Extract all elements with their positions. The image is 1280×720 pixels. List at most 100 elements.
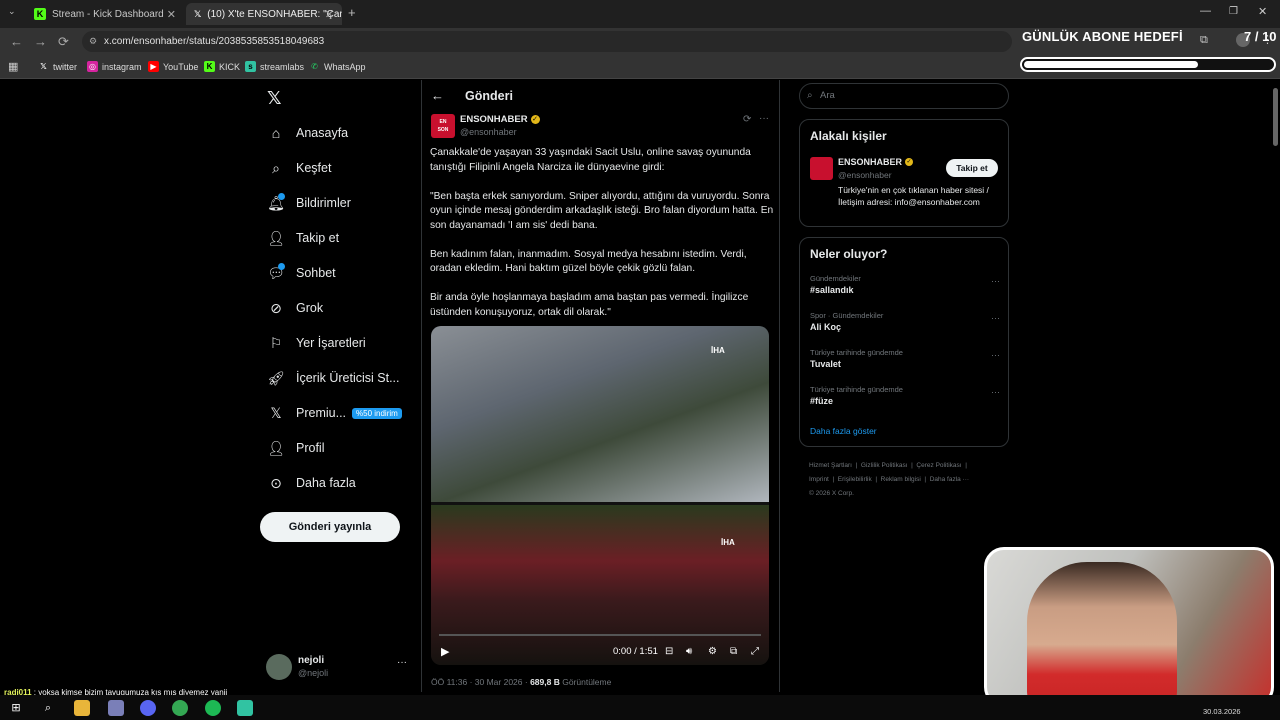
back-icon[interactable]: ← bbox=[10, 34, 23, 49]
apps-grid-icon[interactable]: ▦ bbox=[8, 60, 18, 73]
app-icon[interactable] bbox=[108, 700, 124, 716]
restore-icon[interactable]: ❐ bbox=[1229, 6, 1238, 17]
spotify-icon[interactable] bbox=[205, 700, 221, 716]
tab-title: Stream - Kick Dashboard bbox=[52, 8, 164, 20]
footer-link[interactable]: Imprint bbox=[809, 476, 829, 483]
sidebar-item-explore[interactable]: ⌕ Keşfet bbox=[268, 160, 331, 176]
url-field[interactable]: ⚙ x.com/ensonhaber/status/20385358535180… bbox=[82, 31, 1012, 52]
bookmark-youtube[interactable]: ▶ YouTube bbox=[148, 61, 198, 72]
sidebar-item-grok[interactable]: ⊘ Grok bbox=[268, 300, 323, 316]
copyright: © 2026 X Corp. bbox=[809, 490, 854, 497]
trend-item[interactable]: Türkiye tarihinde gündemde Tuvalet ··· bbox=[810, 348, 1000, 369]
author-name[interactable]: ENSONHABER ✓ bbox=[460, 114, 540, 125]
bookmark-twitter[interactable]: 𝕏twitter bbox=[38, 61, 77, 72]
streamlabs-icon[interactable] bbox=[237, 700, 253, 716]
tab-search-icon[interactable]: ⌄ bbox=[8, 6, 16, 17]
bookmark-streamlabs[interactable]: s streamlabs bbox=[245, 61, 304, 72]
search-input[interactable]: ⌕ Ara bbox=[799, 83, 1009, 109]
tweet-paragraph: Çanakkale'de yaşayan 33 yaşındaki Sacit … bbox=[430, 147, 751, 173]
trend-item[interactable]: Spor · Gündemdekiler Ali Koç ··· bbox=[810, 311, 1000, 332]
sidebar-item-creator-studio[interactable]: 🚀︎ İçerik Üreticisi St... bbox=[267, 370, 399, 386]
tweet-meta: ÖÖ 11:36 · 30 Mar 2026 · 689,8 B Görüntü… bbox=[431, 677, 611, 687]
sidebar-item-profile[interactable]: 👤︎ Profil bbox=[267, 439, 324, 456]
tweet-text: Çanakkale'de yaşayan 33 yaşındaki Sacit … bbox=[430, 146, 775, 335]
grok-explain-icon[interactable]: ⟳ bbox=[743, 114, 751, 125]
author-avatar[interactable]: EN SON bbox=[431, 114, 455, 138]
home-icon: ⌂ bbox=[271, 125, 281, 141]
tab-kick-dashboard[interactable]: K Stream - Kick Dashboard ✕ bbox=[26, 3, 184, 25]
sidebar-item-more[interactable]: ⊙ Daha fazla bbox=[268, 475, 356, 491]
x-logo-icon[interactable]: 𝕏 bbox=[267, 88, 282, 109]
subscriber-goal-bar bbox=[1020, 57, 1276, 72]
more-options-icon[interactable]: ··· bbox=[759, 113, 769, 124]
footer-link[interactable]: Hizmet Şartları bbox=[809, 462, 852, 469]
captions-icon[interactable]: ⊟ bbox=[665, 646, 673, 657]
footer-link[interactable]: Erişilebilirlik bbox=[838, 476, 872, 483]
new-tab-icon[interactable]: + bbox=[348, 5, 356, 20]
sidebar-item-notifications[interactable]: 🔔︎ Bildirimler bbox=[267, 193, 351, 211]
settings-icon[interactable]: ⚙ bbox=[708, 646, 717, 657]
reload-icon[interactable]: ⟳ bbox=[58, 34, 69, 50]
more-icon[interactable]: ··· bbox=[991, 313, 1000, 323]
related-name[interactable]: ENSONHABER ✓ bbox=[838, 157, 914, 167]
instagram-icon: ◎ bbox=[87, 61, 98, 72]
sidebar-item-bookmarks[interactable]: ⚐ Yer İşaretleri bbox=[268, 335, 366, 351]
extensions-icon[interactable]: ⧉ bbox=[1200, 34, 1208, 47]
discord-icon[interactable] bbox=[140, 700, 156, 716]
volume-icon[interactable]: 🔊︎ bbox=[686, 646, 692, 657]
footer-link[interactable]: Reklam bilgisi bbox=[881, 476, 921, 483]
fullscreen-icon[interactable]: ⤢ bbox=[751, 646, 759, 657]
kick-icon: K bbox=[204, 61, 215, 72]
tab-title: (10) X'te ENSONHABER: "Çanak bbox=[207, 8, 342, 20]
more-icon[interactable]: ··· bbox=[991, 276, 1000, 286]
account-switcher[interactable]: nejoli @nejoli ··· bbox=[266, 653, 411, 683]
premium-discount-badge: %50 indirim bbox=[352, 407, 402, 419]
profile-handle: @nejoli bbox=[298, 668, 329, 678]
verified-badge-icon: ✓ bbox=[905, 158, 914, 166]
tweet-timestamp[interactable]: ÖÖ 11:36 · 30 Mar 2026 · bbox=[431, 677, 530, 687]
search-icon: ⌕ bbox=[807, 90, 813, 101]
more-icon[interactable]: ··· bbox=[991, 350, 1000, 360]
sidebar-item-home[interactable]: ⌂ Anasayfa bbox=[268, 125, 348, 141]
footer-link[interactable]: Çerez Politikası bbox=[916, 462, 961, 469]
close-icon[interactable]: ✕ bbox=[325, 8, 334, 21]
trend-item[interactable]: Gündemdekiler #sallandık ··· bbox=[810, 274, 1000, 295]
sidebar-item-chat[interactable]: 💬︎ Sohbet bbox=[267, 263, 336, 281]
play-icon[interactable]: ▶ bbox=[441, 645, 449, 658]
forward-icon[interactable]: → bbox=[34, 34, 47, 49]
footer-link[interactable]: Daha fazla ··· bbox=[930, 476, 969, 483]
footer-link[interactable]: Gizlilik Politikası bbox=[861, 462, 908, 469]
sidebar-item-follow[interactable]: 👤︎ Takip et bbox=[267, 229, 339, 246]
show-more-link[interactable]: Daha fazla göster bbox=[810, 426, 877, 436]
author-handle[interactable]: @ensonhaber bbox=[460, 127, 517, 137]
close-window-icon[interactable]: ✕ bbox=[1258, 5, 1267, 18]
tab-x-post[interactable]: 𝕏 (10) X'te ENSONHABER: "Çanak ✕ bbox=[186, 3, 342, 25]
view-count: 689,8 B bbox=[530, 677, 560, 687]
chrome-icon[interactable] bbox=[172, 700, 188, 716]
search-icon[interactable]: ⌕ bbox=[40, 700, 56, 716]
site-info-icon[interactable]: ⚙ bbox=[89, 31, 97, 52]
file-explorer-icon[interactable] bbox=[74, 700, 90, 716]
more-icon[interactable]: ··· bbox=[991, 387, 1000, 397]
windows-start-icon[interactable]: ⊞ bbox=[8, 700, 24, 716]
minimize-icon[interactable]: — bbox=[1200, 5, 1211, 17]
pip-icon[interactable]: ⧉ bbox=[730, 646, 737, 657]
bookmark-icon: ⚐ bbox=[269, 334, 283, 351]
back-arrow-icon[interactable]: ← bbox=[431, 88, 444, 103]
bookmark-kick[interactable]: K KICK bbox=[204, 61, 240, 72]
page-scrollbar[interactable] bbox=[1273, 88, 1278, 146]
tweet-video[interactable]: İHA İHA ▶ 0:00 / 1:51 ⊟ 🔊︎ ⚙ ⧉ ⤢ bbox=[431, 326, 769, 665]
trend-item[interactable]: Türkiye tarihinde gündemde #füze ··· bbox=[810, 385, 1000, 406]
post-button[interactable]: Gönderi yayınla bbox=[260, 512, 400, 542]
bookmark-whatsapp[interactable]: ✆ WhatsApp bbox=[309, 61, 365, 72]
more-icon[interactable]: ··· bbox=[397, 657, 407, 668]
follow-button[interactable]: Takip et bbox=[946, 159, 998, 177]
sidebar-item-premium[interactable]: 𝕏 Premiu... %50 indirim bbox=[268, 405, 402, 421]
related-avatar[interactable] bbox=[810, 157, 833, 180]
follow-icon: 👤︎ bbox=[267, 229, 285, 246]
profile-icon: 👤︎ bbox=[267, 439, 285, 456]
close-icon[interactable]: ✕ bbox=[167, 8, 176, 21]
video-progress-track[interactable] bbox=[439, 634, 761, 636]
related-people-panel: Alakalı kişiler ENSONHABER ✓ @ensonhaber… bbox=[799, 119, 1009, 227]
bookmark-instagram[interactable]: ◎ instagram bbox=[87, 61, 142, 72]
